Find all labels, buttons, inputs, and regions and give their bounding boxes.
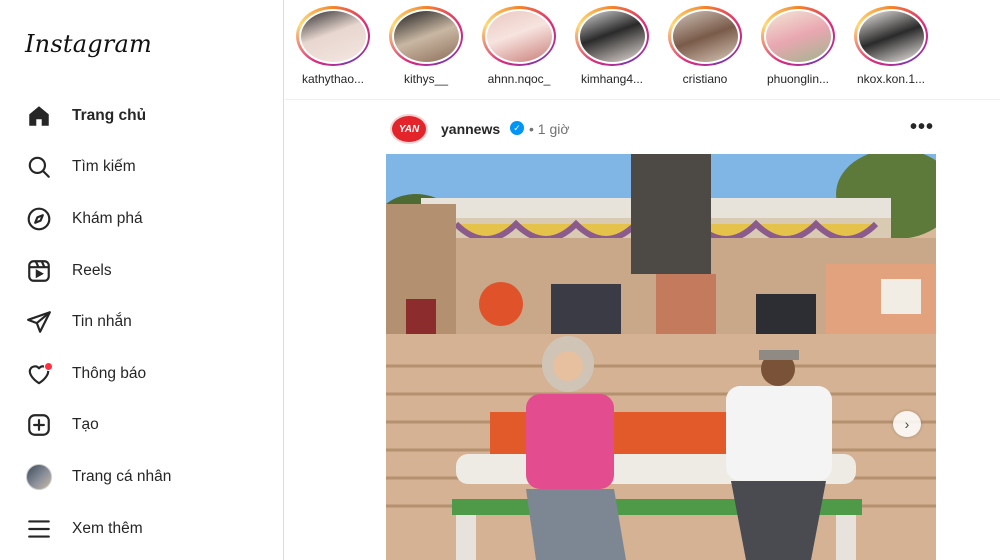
sidebar-item-messages[interactable]: Tin nhắn <box>0 296 284 348</box>
post-header: YAN yannews ✓ • 1 giờ ••• <box>388 112 938 146</box>
story-item[interactable]: nkox.kon.1... <box>845 6 937 86</box>
heart-icon <box>25 360 53 388</box>
sidebar-item-notifications[interactable]: Thông báo <box>0 348 284 400</box>
story-item[interactable]: kithys__ <box>380 6 472 86</box>
story-username: kithys__ <box>403 72 449 86</box>
story-item[interactable]: kathythao... <box>287 6 379 86</box>
story-item[interactable]: cristiano <box>659 6 751 86</box>
sidebar-item-search[interactable]: Tìm kiếm <box>0 142 284 194</box>
post-image[interactable] <box>386 154 936 560</box>
sidebar-item-label: Thông báo <box>72 364 147 382</box>
home-icon <box>25 102 53 130</box>
sidebar-item-label: Tạo <box>72 416 99 434</box>
sidebar-item-label: Xem thêm <box>72 519 143 537</box>
menu-icon <box>25 515 53 543</box>
sidebar-nav: Trang chủ Tìm kiếm Khám phá Reels Tin nh <box>0 90 284 554</box>
post-username[interactable]: yannews <box>441 121 500 137</box>
sidebar-item-reels[interactable]: Reels <box>0 245 284 297</box>
story-username: cristiano <box>682 72 728 86</box>
post-avatar[interactable]: YAN <box>390 114 428 144</box>
sidebar-item-create[interactable]: Tạo <box>0 400 284 452</box>
profile-avatar <box>25 463 53 491</box>
sidebar-item-label: Tìm kiếm <box>72 158 136 176</box>
sidebar-item-label: Trang chủ <box>72 106 147 124</box>
stories-tray: kathythao... kithys__ ahnn.nqoc_ kimhang… <box>285 0 1000 100</box>
sidebar-item-label: Trang cá nhân <box>72 467 172 485</box>
instagram-logo[interactable]: Instagram <box>25 30 152 58</box>
send-icon <box>25 308 53 336</box>
next-image-button[interactable]: › <box>893 411 921 437</box>
story-item[interactable]: phuonglin... <box>752 6 844 86</box>
more-options-icon[interactable]: ••• <box>910 116 934 139</box>
compass-icon <box>25 205 53 233</box>
sidebar-item-explore[interactable]: Khám phá <box>0 193 284 245</box>
story-username: nkox.kon.1... <box>856 72 926 86</box>
verified-badge-icon: ✓ <box>510 121 524 135</box>
story-item[interactable]: ahnn.nqoc_ <box>473 6 565 86</box>
story-username: kathythao... <box>301 72 365 86</box>
plus-square-icon <box>25 411 53 439</box>
sidebar: Instagram Trang chủ Tìm kiếm Khám phá Re… <box>0 0 284 560</box>
search-icon <box>25 153 53 181</box>
story-username: phuonglin... <box>766 72 830 86</box>
reels-icon <box>25 257 53 285</box>
sidebar-item-more[interactable]: Xem thêm <box>0 503 284 555</box>
story-username: kimhang4... <box>580 72 644 86</box>
sidebar-item-label: Khám phá <box>72 209 143 227</box>
story-item[interactable]: kimhang4... <box>566 6 658 86</box>
post-timestamp[interactable]: • 1 giờ <box>529 121 570 137</box>
sidebar-item-home[interactable]: Trang chủ <box>0 90 284 142</box>
notification-dot <box>44 361 53 371</box>
story-username: ahnn.nqoc_ <box>487 72 551 86</box>
post-photo-illustration <box>386 154 936 560</box>
sidebar-item-profile[interactable]: Trang cá nhân <box>0 451 284 503</box>
sidebar-item-label: Reels <box>72 261 112 279</box>
sidebar-item-label: Tin nhắn <box>72 313 132 331</box>
